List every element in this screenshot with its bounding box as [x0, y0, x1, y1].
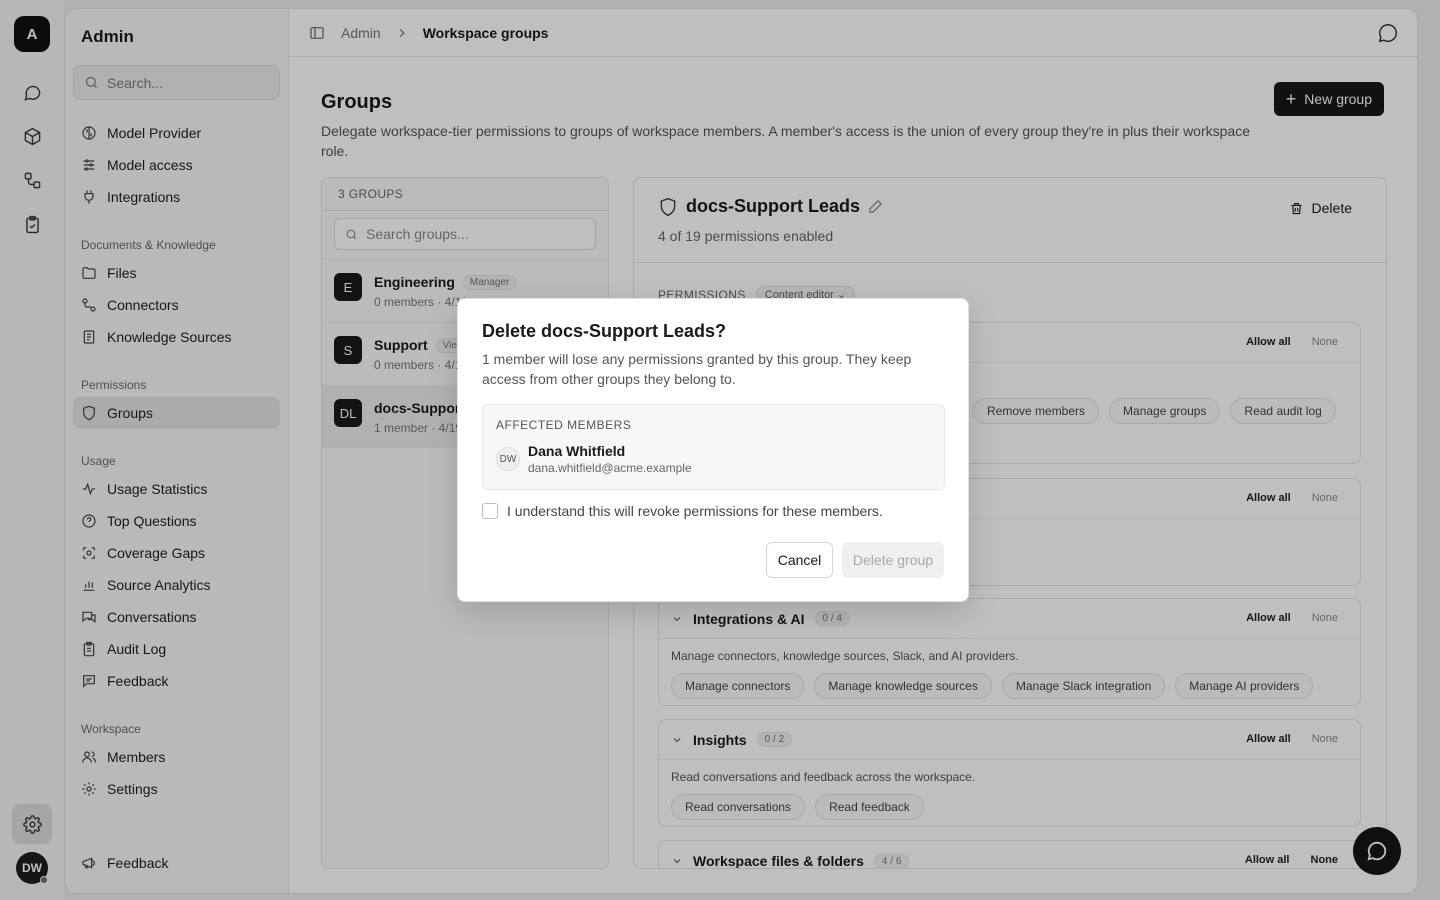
confirm-checkbox-label: I understand this will revoke permission… — [507, 503, 883, 519]
member-name: Dana Whitfield — [528, 443, 626, 459]
delete-group-dialog: Delete docs-Support Leads? 1 member will… — [457, 298, 969, 602]
dialog-description: 1 member will lose any permissions grant… — [482, 351, 912, 387]
cancel-button[interactable]: Cancel — [766, 542, 833, 578]
confirm-checkbox-row[interactable]: I understand this will revoke permission… — [482, 503, 883, 519]
member-email: dana.whitfield@acme.example — [528, 461, 692, 475]
confirm-checkbox[interactable] — [482, 503, 498, 519]
affected-members-box: AFFECTED MEMBERS DW Dana Whitfield dana.… — [482, 404, 945, 490]
dialog-title: Delete docs-Support Leads? — [482, 321, 727, 341]
member-avatar: DW — [496, 447, 520, 471]
modal-backdrop[interactable]: Delete docs-Support Leads? 1 member will… — [0, 0, 1440, 900]
delete-group-confirm-button[interactable]: Delete group — [842, 542, 944, 578]
affected-members-label: AFFECTED MEMBERS — [496, 418, 632, 432]
